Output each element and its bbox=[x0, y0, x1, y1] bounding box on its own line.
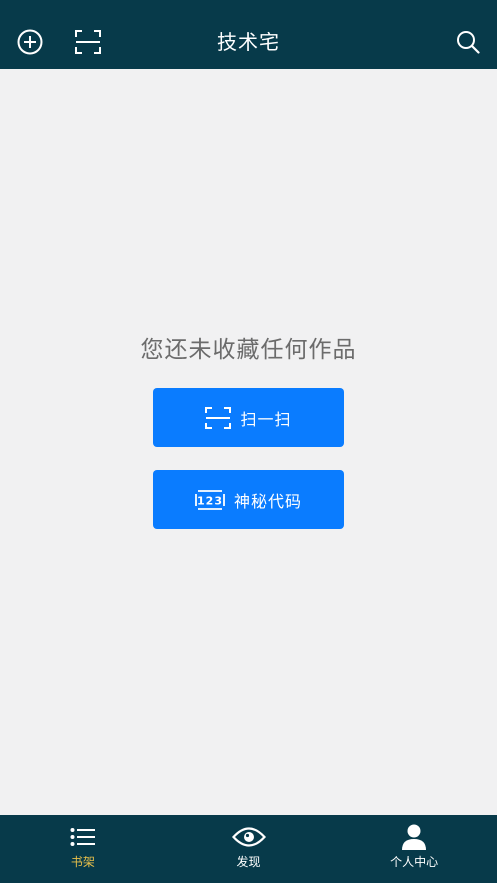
secret-code-button[interactable]: 123 神秘代码 bbox=[153, 470, 344, 529]
number-keypad-icon: 123 bbox=[195, 489, 225, 510]
list-icon bbox=[70, 823, 96, 851]
scan-button[interactable] bbox=[68, 22, 108, 62]
scan-action-button[interactable]: 扫一扫 bbox=[153, 388, 344, 447]
person-icon bbox=[401, 823, 427, 851]
scan-icon bbox=[205, 406, 232, 429]
search-icon bbox=[457, 31, 480, 54]
add-button[interactable] bbox=[10, 22, 50, 62]
secret-code-label: 神秘代码 bbox=[233, 491, 302, 511]
bottom-tab-bar: 书架 发现 个人中心 bbox=[0, 815, 497, 883]
tab-label: 个人中心 bbox=[390, 855, 439, 869]
eye-icon bbox=[231, 823, 266, 851]
tab-label: 书架 bbox=[70, 855, 95, 869]
tab-label: 发现 bbox=[236, 855, 261, 869]
tab-profile[interactable]: 个人中心 bbox=[331, 815, 497, 883]
scan-icon bbox=[75, 30, 101, 54]
tab-bookshelf[interactable]: 书架 bbox=[0, 815, 166, 883]
search-button[interactable] bbox=[448, 22, 488, 62]
top-bar: 技术宅 bbox=[0, 0, 497, 69]
code-icon-text: 123 bbox=[197, 494, 223, 507]
tab-discover[interactable]: 发现 bbox=[166, 815, 332, 883]
empty-state-message: 您还未收藏任何作品 bbox=[140, 337, 357, 363]
scan-action-label: 扫一扫 bbox=[240, 409, 292, 429]
add-circle-icon bbox=[17, 29, 43, 55]
